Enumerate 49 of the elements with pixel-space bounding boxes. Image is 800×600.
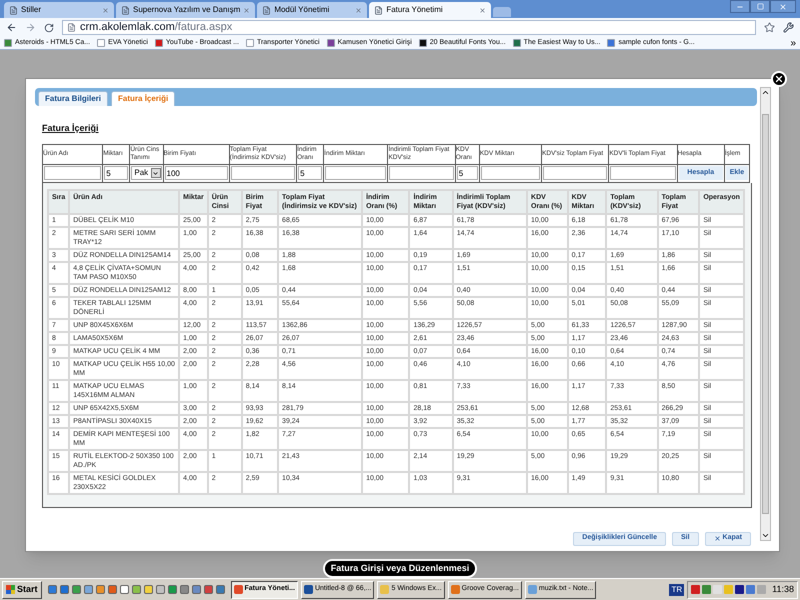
close-icon <box>714 535 721 542</box>
section-title: Fatura İçeriği <box>42 122 100 135</box>
input-field[interactable] <box>480 166 540 180</box>
language-indicator[interactable]: TR <box>669 584 684 596</box>
scroll-up-icon[interactable] <box>761 88 770 97</box>
scrollbar[interactable] <box>760 87 771 540</box>
input-field[interactable] <box>610 166 676 180</box>
close-icon <box>779 2 787 10</box>
tab[interactable]: Fatura Bilgileri <box>38 91 108 106</box>
input-field[interactable] <box>44 166 102 180</box>
address-bar[interactable]: crm.akolemlak.com/fatura.aspx <box>62 20 756 35</box>
minimize-button[interactable] <box>730 0 750 13</box>
close-icon[interactable] <box>479 6 486 14</box>
clock: 11:38 <box>772 582 794 596</box>
input-field[interactable]: 5 <box>104 166 128 180</box>
page-icon <box>9 6 18 14</box>
input-field[interactable]: 5 <box>298 166 322 180</box>
more-bookmarks-button[interactable]: » <box>790 36 796 50</box>
browser-tab[interactable]: Supernova Yazılım ve Danışm <box>116 2 256 18</box>
input-field[interactable] <box>543 166 608 180</box>
input-field[interactable] <box>230 166 296 180</box>
close-icon[interactable] <box>243 6 250 14</box>
browser-tab[interactable]: Modül Yönetimi <box>257 2 368 18</box>
reload-icon[interactable] <box>44 22 54 32</box>
browser-tab[interactable]: Fatura Yönetimi <box>369 2 492 18</box>
close-icon[interactable] <box>355 6 362 14</box>
tab-title: Fatura Yönetimi <box>386 4 444 16</box>
bookmark-star-icon[interactable] <box>764 22 775 33</box>
browser-tab[interactable]: Stiller <box>4 2 114 18</box>
back-icon[interactable] <box>6 22 17 33</box>
close-icon <box>774 74 784 84</box>
input-field[interactable]: 5 <box>456 166 478 180</box>
wrench-icon[interactable] <box>783 22 794 33</box>
input-field[interactable] <box>325 166 386 180</box>
input-field[interactable] <box>389 166 454 180</box>
unit-select[interactable]: Pak <box>131 166 162 180</box>
page-icon <box>121 6 130 14</box>
close-icon[interactable] <box>102 6 109 14</box>
restore-icon <box>756 3 764 10</box>
dialog-caption: Fatura Girişi veya Düzenlenmesi <box>322 558 478 578</box>
forward-icon[interactable] <box>25 22 36 33</box>
input-field[interactable]: 100 <box>164 166 228 180</box>
tab-title: Stiller <box>21 4 42 16</box>
page-icon <box>374 6 384 14</box>
tab-title: Supernova Yazılım ve Danışm <box>133 4 240 16</box>
restore-button[interactable] <box>750 0 770 13</box>
page-icon <box>262 6 272 14</box>
tab-title: Modül Yönetimi <box>274 4 330 16</box>
start-button[interactable]: Start <box>2 580 42 598</box>
